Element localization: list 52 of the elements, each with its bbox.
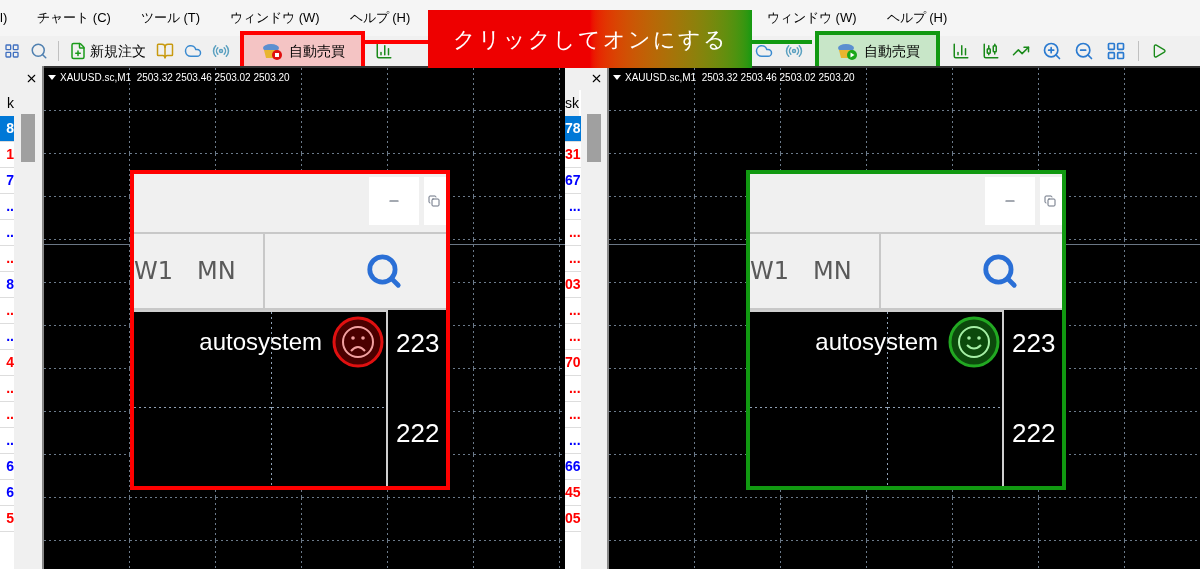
expert-name: autosystem (199, 327, 322, 357)
price-label: 222 (1012, 420, 1056, 446)
price-cell[interactable]: 8 (0, 116, 14, 142)
chart-title: XAUUSD.sc,M1 2503.32 2503.46 2503.02 2503.20 (60, 70, 290, 85)
dropdown-arrow-icon[interactable] (48, 74, 56, 80)
signal-icon[interactable] (785, 42, 803, 60)
menu-item[interactable]: ヘルプ (H) (886, 8, 948, 28)
timeframe-tab[interactable]: MN (813, 253, 852, 289)
bar-chart-icon[interactable] (375, 42, 393, 60)
cloud-icon[interactable] (755, 42, 773, 60)
timeframe-tab[interactable]: W1 (134, 253, 173, 289)
zoom-in-icon[interactable] (1042, 41, 1062, 61)
scrollbar-thumb[interactable] (21, 114, 35, 162)
search-icon[interactable] (30, 42, 48, 60)
tile-windows-icon[interactable] (1106, 41, 1126, 61)
zoom-out-icon[interactable] (1074, 41, 1094, 61)
column-header: sk (565, 90, 579, 116)
search-icon[interactable] (981, 252, 1019, 290)
menu-item[interactable]: ヘルプ (H) (349, 8, 411, 28)
new-order-button[interactable]: 新規注文 (69, 40, 146, 62)
menu-item[interactable]: ツール (T) (140, 8, 201, 28)
chart-shift-icon[interactable] (1151, 43, 1167, 59)
menu-item[interactable]: チャート (C) (37, 8, 111, 28)
price-label: 223 (1012, 330, 1056, 356)
restore-icon (428, 195, 440, 207)
menu-item[interactable]: l) (0, 8, 8, 28)
signal-icon[interactable] (212, 42, 230, 60)
chart-title: XAUUSD.sc,M1 2503.32 2503.46 2503.02 2503.20 (625, 70, 855, 85)
chart-window-icon[interactable] (4, 43, 20, 59)
price-cell[interactable]: 78 (565, 116, 581, 142)
cloud-icon[interactable] (184, 42, 202, 60)
new-order-icon (69, 42, 87, 60)
restore-button[interactable] (424, 177, 446, 225)
column-header: k (0, 90, 14, 116)
restore-button[interactable] (1040, 177, 1062, 225)
bar-chart-icon[interactable] (952, 42, 970, 60)
menu-item[interactable]: ウィンドウ (W) (767, 8, 857, 28)
search-icon[interactable] (365, 252, 403, 290)
price-label: 222 (396, 420, 440, 446)
dropdown-arrow-icon[interactable] (613, 74, 621, 80)
timeframe-tab[interactable]: MN (197, 253, 236, 289)
timeframe-tab[interactable]: W1 (750, 253, 789, 289)
auto-trading-button[interactable]: 自動売買 (244, 35, 361, 67)
restore-icon (1044, 195, 1056, 207)
callout-banner: クリックしてオンにする (428, 10, 752, 68)
price-label: 223 (396, 330, 440, 356)
menu-item[interactable]: ウィンドウ (W) (230, 8, 320, 28)
expert-name: autosystem (815, 327, 938, 357)
auto-trading-button[interactable]: 自動売買 (819, 35, 936, 67)
scrollbar-thumb[interactable] (586, 114, 601, 162)
candlestick-icon[interactable] (982, 42, 1000, 60)
book-icon[interactable] (156, 42, 174, 60)
